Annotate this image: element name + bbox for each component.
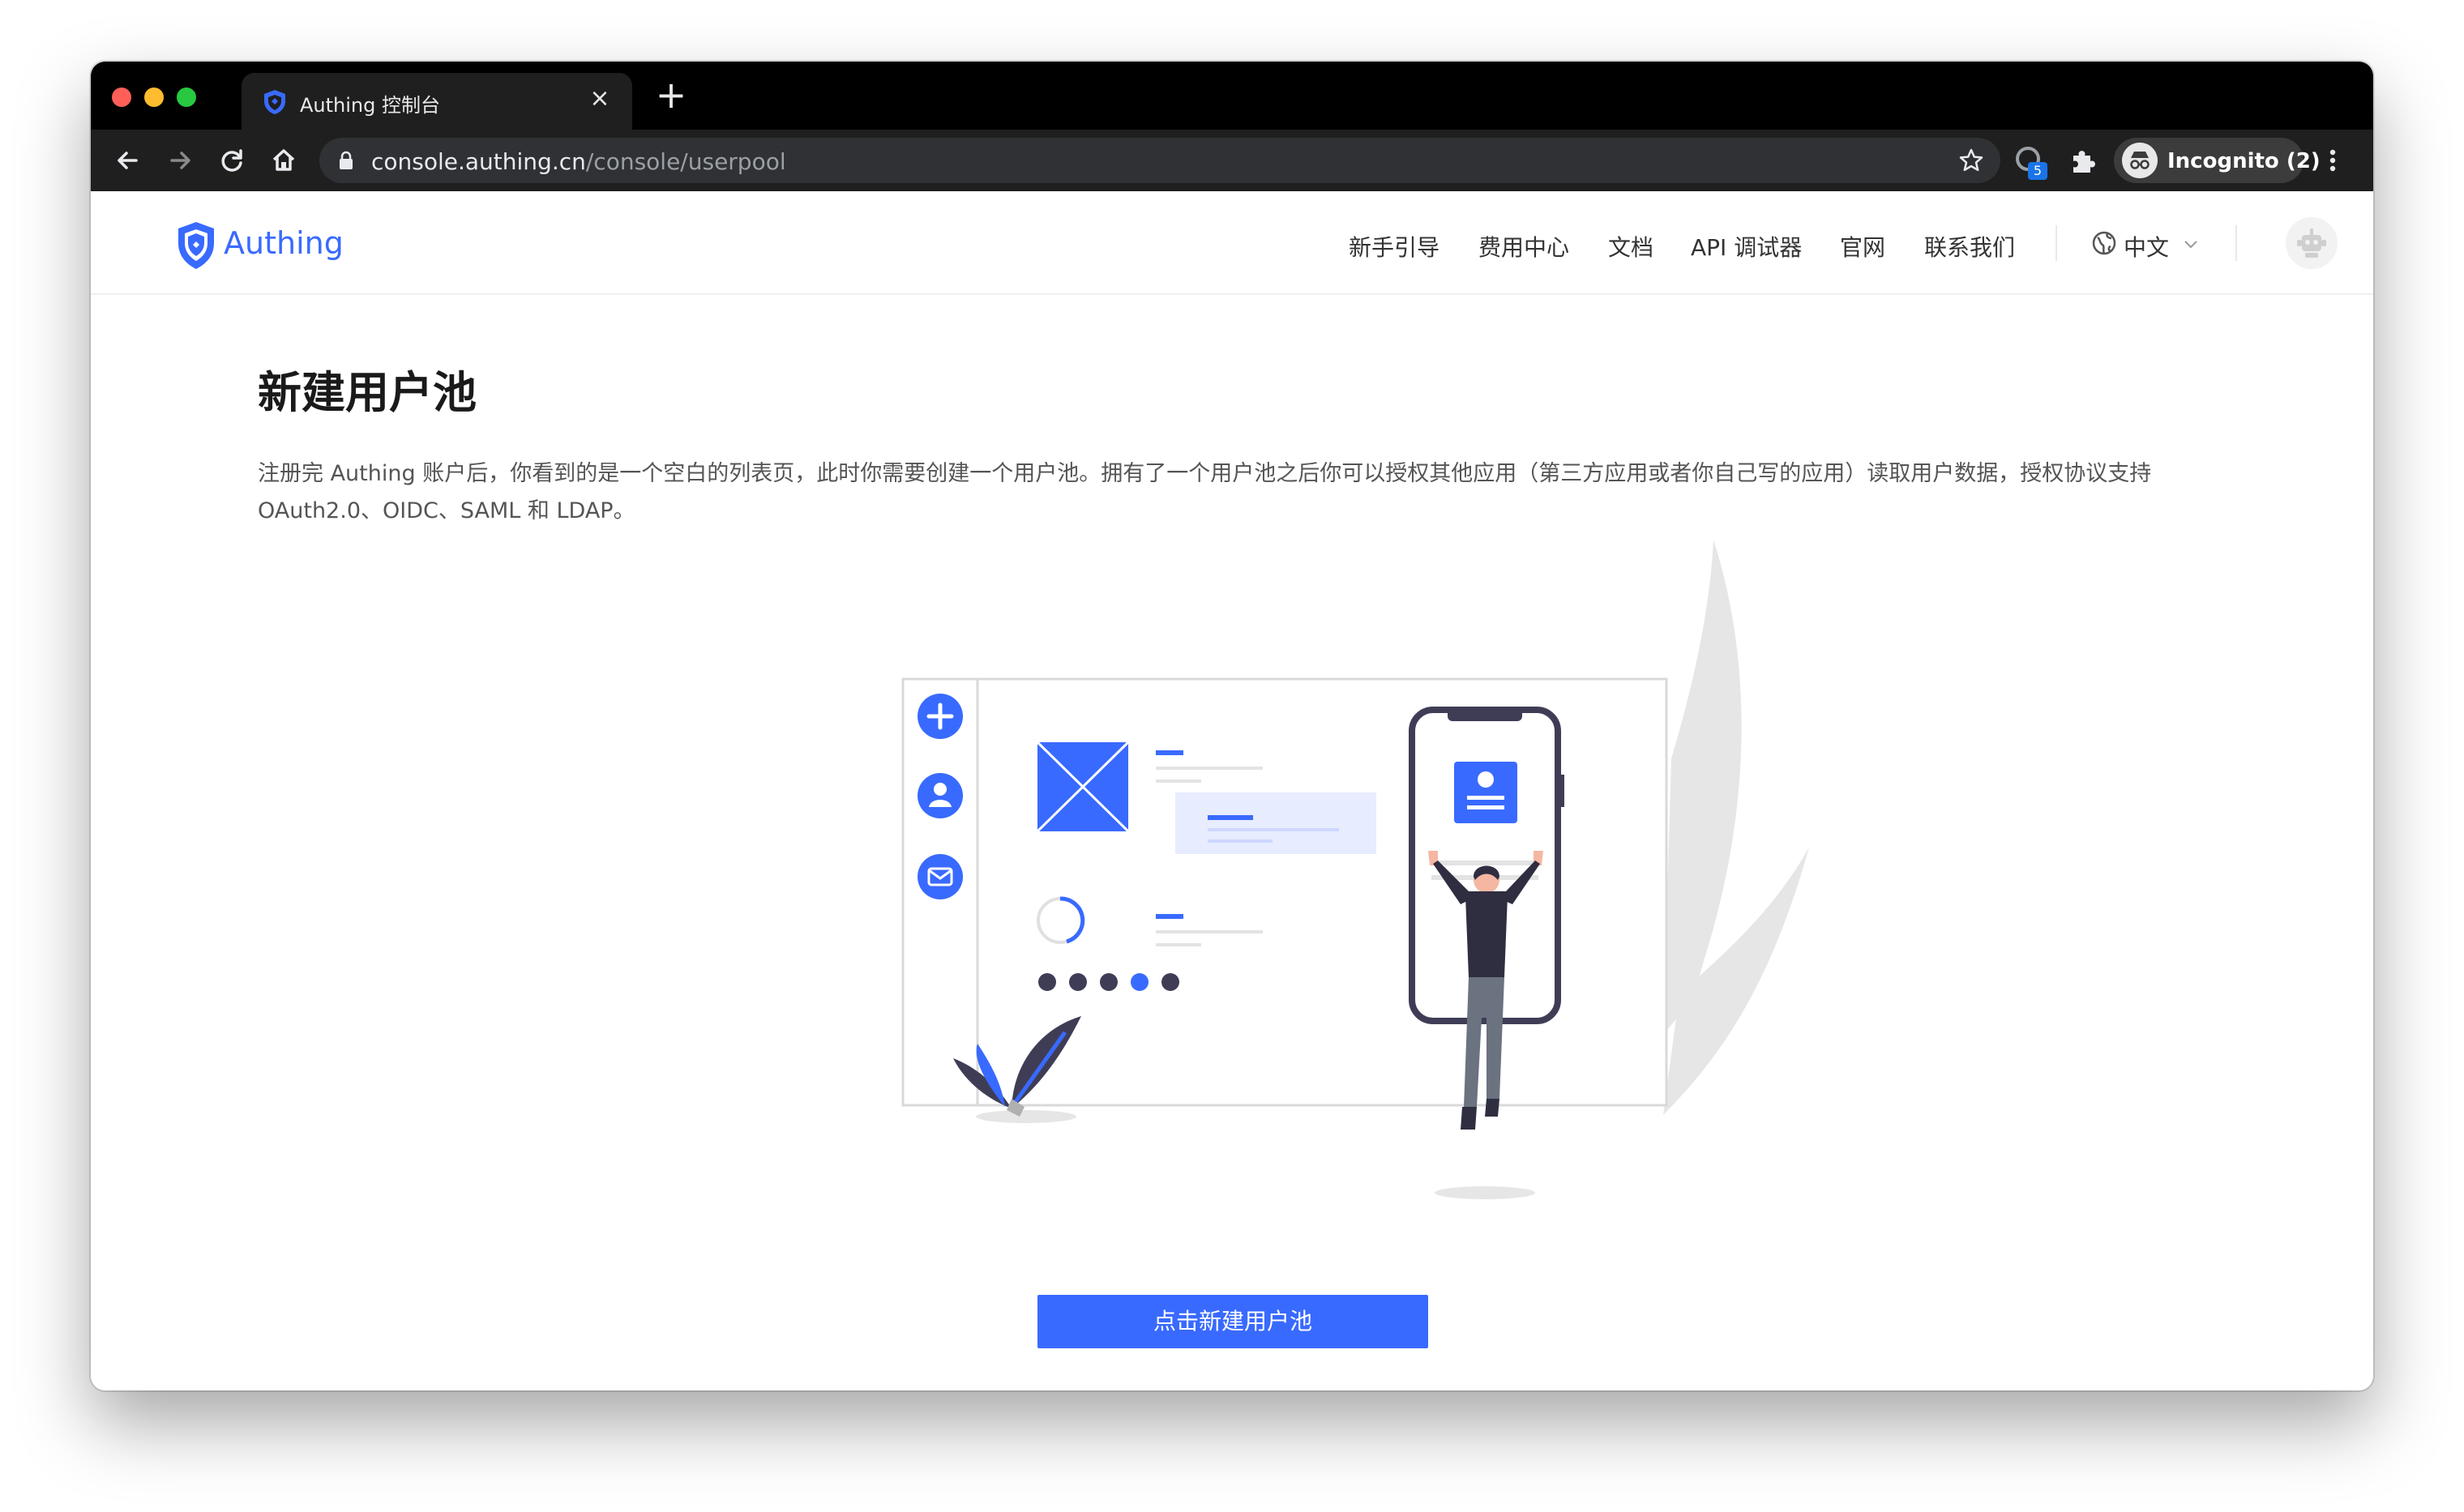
avatar-robot-icon[interactable]	[2286, 217, 2338, 269]
profile-label: Incognito (2)	[2167, 149, 2321, 173]
address-bar[interactable]: console.authing.cn/console/userpool	[319, 138, 2000, 183]
chevron-down-icon	[2184, 241, 2197, 249]
url-text: console.authing.cn/console/userpool	[371, 148, 786, 175]
lock-icon	[340, 151, 353, 169]
nav-item-official-site[interactable]: 官网	[1840, 230, 1885, 263]
tab-title: Authing 控制台	[300, 94, 440, 117]
nav-item-docs[interactable]: 文档	[1608, 230, 1653, 263]
puzzle-icon[interactable]	[2067, 144, 2101, 178]
shield-logo-icon	[264, 90, 285, 114]
language-label: 中文	[2124, 234, 2170, 261]
minimize-window-button[interactable]	[144, 88, 164, 107]
create-userpool-button[interactable]: 点击新建用户池	[1037, 1295, 1428, 1348]
tab-strip: Authing 控制台 × +	[91, 62, 2373, 130]
incognito-profile-button[interactable]: Incognito (2)	[2114, 138, 2321, 183]
browser-window: Authing 控制台 × + console.authing.cn/conso…	[91, 62, 2373, 1390]
page-title: 新建用户池	[258, 367, 477, 418]
star-icon[interactable]	[1957, 146, 1986, 175]
browser-toolbar: console.authing.cn/console/userpool 5 In…	[91, 130, 2373, 191]
maximize-window-button[interactable]	[177, 88, 196, 107]
back-icon[interactable]	[110, 143, 146, 178]
url-path: /console/userpool	[585, 148, 786, 175]
page-content: Authing 新手引导 费用中心 文档 API 调试器 官网 联系我们 中文	[91, 191, 2373, 1390]
nav-item-billing[interactable]: 费用中心	[1478, 230, 1569, 263]
globe-icon	[2092, 231, 2116, 255]
nav-item-api-explorer[interactable]: API 调试器	[1691, 230, 1802, 263]
incognito-icon	[2122, 143, 2158, 178]
new-tab-button[interactable]: +	[650, 73, 692, 117]
home-icon[interactable]	[266, 143, 302, 178]
extension-badge: 5	[2028, 162, 2047, 180]
close-tab-icon[interactable]: ×	[584, 84, 616, 113]
app-header: Authing 新手引导 费用中心 文档 API 调试器 官网 联系我们 中文	[91, 191, 2373, 295]
nav-divider	[2055, 225, 2057, 261]
menu-icon[interactable]	[2315, 143, 2351, 178]
browser-tab-active[interactable]: Authing 控制台 ×	[242, 73, 632, 130]
logo-text: Authing	[224, 225, 344, 261]
shield-logo-icon	[178, 222, 214, 269]
forward-icon[interactable]	[162, 143, 198, 178]
close-window-button[interactable]	[112, 88, 131, 107]
nav-item-getting-started[interactable]: 新手引导	[1349, 230, 1439, 263]
nav-item-contact-us[interactable]: 联系我们	[1924, 230, 2015, 263]
empty-state-illustration	[901, 540, 1809, 1199]
page-description: 注册完 Authing 账户后，你看到的是一个空白的列表页，此时你需要创建一个用…	[258, 461, 2152, 523]
url-host: console.authing.cn	[371, 148, 586, 175]
reload-icon[interactable]	[214, 143, 250, 178]
nav-divider-2	[2235, 225, 2237, 261]
